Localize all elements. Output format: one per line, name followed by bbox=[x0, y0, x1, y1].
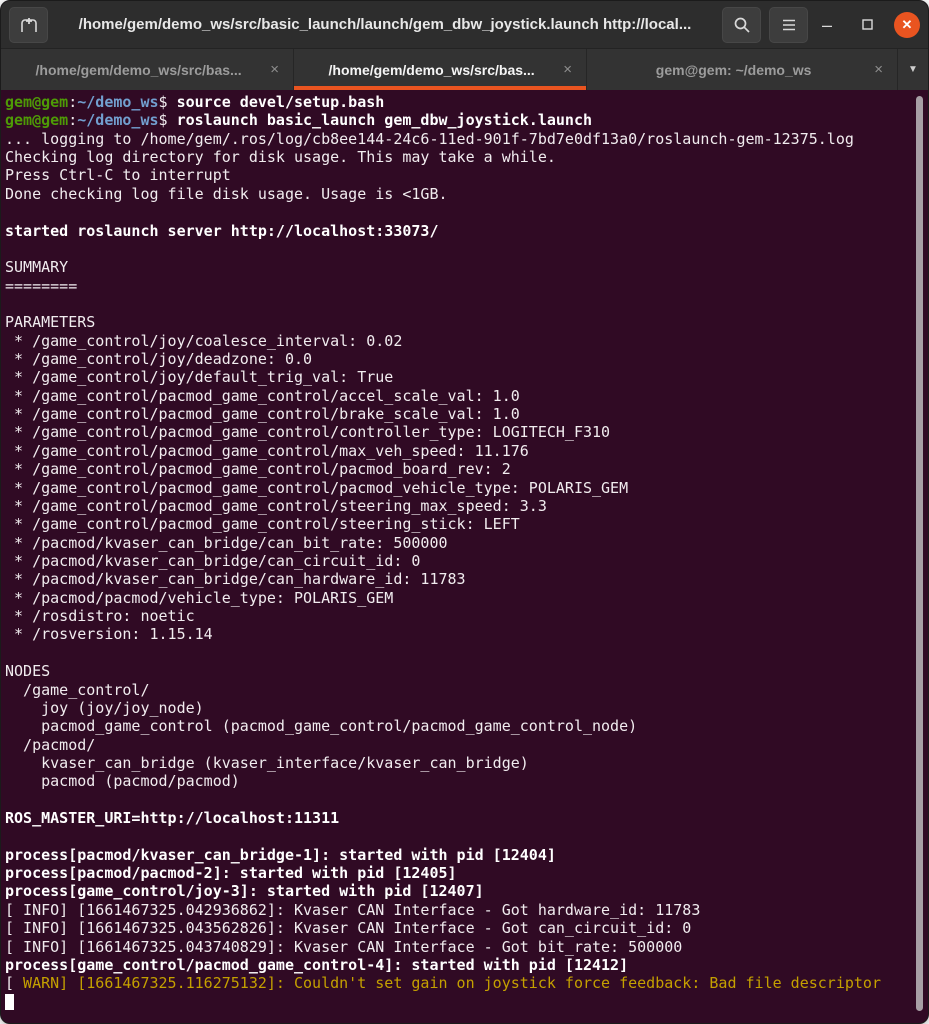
terminal-line: started roslaunch server http://localhos… bbox=[5, 222, 928, 240]
terminal-line bbox=[5, 240, 928, 258]
terminal-line: /game_control/ bbox=[5, 681, 928, 699]
terminal-line bbox=[5, 644, 928, 662]
terminal-line: * /rosversion: 1.15.14 bbox=[5, 625, 928, 643]
window-title: /home/gem/demo_ws/src/basic_launch/launc… bbox=[48, 16, 722, 33]
terminal-line: * /game_control/pacmod_game_control/cont… bbox=[5, 423, 928, 441]
terminal-line: pacmod_game_control (pacmod_game_control… bbox=[5, 717, 928, 735]
terminal-line: SUMMARY bbox=[5, 258, 928, 276]
terminal-line: ROS_MASTER_URI=http://localhost:11311 bbox=[5, 809, 928, 827]
terminal-line: * /game_control/pacmod_game_control/brak… bbox=[5, 405, 928, 423]
terminal-line: Checking log directory for disk usage. T… bbox=[5, 148, 928, 166]
tab-1-close-icon[interactable]: × bbox=[268, 62, 293, 77]
terminal-line: * /pacmod/kvaser_can_bridge/can_bit_rate… bbox=[5, 534, 928, 552]
terminal-line: * /game_control/pacmod_game_control/stee… bbox=[5, 515, 928, 533]
terminal-cursor bbox=[5, 994, 14, 1010]
terminal-line: [ INFO] [1661467325.043562826]: Kvaser C… bbox=[5, 919, 928, 937]
tab-3-label: gem@gem: ~/demo_ws bbox=[587, 62, 872, 78]
tab-bar: /home/gem/demo_ws/src/bas... × /home/gem… bbox=[1, 49, 928, 90]
terminal-line: * /game_control/pacmod_game_control/max_… bbox=[5, 442, 928, 460]
terminal-line: pacmod (pacmod/pacmod) bbox=[5, 772, 928, 790]
terminal-line: Press Ctrl-C to interrupt bbox=[5, 166, 928, 184]
terminal-line: /pacmod/ bbox=[5, 736, 928, 754]
new-tab-button[interactable] bbox=[9, 7, 48, 43]
terminal-line: NODES bbox=[5, 662, 928, 680]
menu-icon bbox=[782, 19, 796, 31]
tab-2-close-icon[interactable]: × bbox=[561, 62, 586, 77]
terminal-line: * /game_control/pacmod_game_control/stee… bbox=[5, 497, 928, 515]
terminal-line bbox=[5, 295, 928, 313]
terminal-line bbox=[5, 827, 928, 845]
terminal-line: process[game_control/pacmod_game_control… bbox=[5, 956, 928, 974]
terminal-line: * /game_control/joy/coalesce_interval: 0… bbox=[5, 332, 928, 350]
terminal-line: gem@gem:~/demo_ws$ source devel/setup.ba… bbox=[5, 93, 928, 111]
terminal-line: * /game_control/pacmod_game_control/pacm… bbox=[5, 460, 928, 478]
tab-2[interactable]: /home/gem/demo_ws/src/bas... × bbox=[294, 49, 587, 90]
close-button[interactable]: ✕ bbox=[894, 12, 920, 38]
terminal-window: /home/gem/demo_ws/src/basic_launch/launc… bbox=[0, 0, 929, 1024]
terminal-line: * /game_control/pacmod_game_control/pacm… bbox=[5, 479, 928, 497]
terminal-line: joy (joy/joy_node) bbox=[5, 699, 928, 717]
terminal-line: * /rosdistro: noetic bbox=[5, 607, 928, 625]
terminal-line bbox=[5, 203, 928, 221]
terminal-line bbox=[5, 993, 928, 1011]
terminal-line: * /pacmod/pacmod/vehicle_type: POLARIS_G… bbox=[5, 589, 928, 607]
terminal-line: kvaser_can_bridge (kvaser_interface/kvas… bbox=[5, 754, 928, 772]
terminal-line: ======== bbox=[5, 277, 928, 295]
tab-2-label: /home/gem/demo_ws/src/bas... bbox=[294, 62, 561, 78]
terminal-output: gem@gem:~/demo_ws$ source devel/setup.ba… bbox=[5, 93, 928, 1011]
terminal-line: [ INFO] [1661467325.043740829]: Kvaser C… bbox=[5, 938, 928, 956]
search-button[interactable] bbox=[722, 7, 761, 43]
tab-1-label: /home/gem/demo_ws/src/bas... bbox=[1, 62, 268, 78]
titlebar: /home/gem/demo_ws/src/basic_launch/launc… bbox=[1, 1, 928, 49]
terminal-line: * /game_control/joy/default_trig_val: Tr… bbox=[5, 368, 928, 386]
terminal-line: * /pacmod/kvaser_can_bridge/can_hardware… bbox=[5, 570, 928, 588]
tab-1[interactable]: /home/gem/demo_ws/src/bas... × bbox=[1, 49, 294, 90]
terminal-line: process[pacmod/pacmod-2]: started with p… bbox=[5, 864, 928, 882]
tab-3[interactable]: gem@gem: ~/demo_ws × bbox=[587, 49, 898, 90]
minimize-button[interactable]: – bbox=[814, 12, 840, 38]
terminal-line bbox=[5, 791, 928, 809]
terminal-line: gem@gem:~/demo_ws$ roslaunch basic_launc… bbox=[5, 111, 928, 129]
terminal-line: * /game_control/pacmod_game_control/acce… bbox=[5, 387, 928, 405]
tab-list-chevron-down-icon[interactable]: ▼ bbox=[898, 49, 928, 90]
scrollbar-thumb[interactable] bbox=[916, 96, 923, 1011]
terminal-line: PARAMETERS bbox=[5, 313, 928, 331]
terminal-screen[interactable]: gem@gem:~/demo_ws$ source devel/setup.ba… bbox=[1, 90, 928, 1023]
terminal-line: process[pacmod/kvaser_can_bridge-1]: sta… bbox=[5, 846, 928, 864]
terminal-line: * /pacmod/kvaser_can_bridge/can_circuit_… bbox=[5, 552, 928, 570]
window-controls: – ✕ bbox=[814, 12, 920, 38]
new-tab-icon bbox=[19, 16, 39, 34]
menu-button[interactable] bbox=[769, 7, 808, 43]
terminal-line: [ WARN] [1661467325.116275132]: Couldn't… bbox=[5, 974, 928, 992]
tab-3-close-icon[interactable]: × bbox=[872, 62, 897, 77]
terminal-line: [ INFO] [1661467325.042936862]: Kvaser C… bbox=[5, 901, 928, 919]
maximize-icon bbox=[862, 19, 873, 30]
maximize-button[interactable] bbox=[854, 12, 880, 38]
search-icon bbox=[733, 16, 751, 34]
terminal-line: process[game_control/joy-3]: started wit… bbox=[5, 882, 928, 900]
terminal-line: Done checking log file disk usage. Usage… bbox=[5, 185, 928, 203]
terminal-line: ... logging to /home/gem/.ros/log/cb8ee1… bbox=[5, 130, 928, 148]
terminal-line: * /game_control/joy/deadzone: 0.0 bbox=[5, 350, 928, 368]
